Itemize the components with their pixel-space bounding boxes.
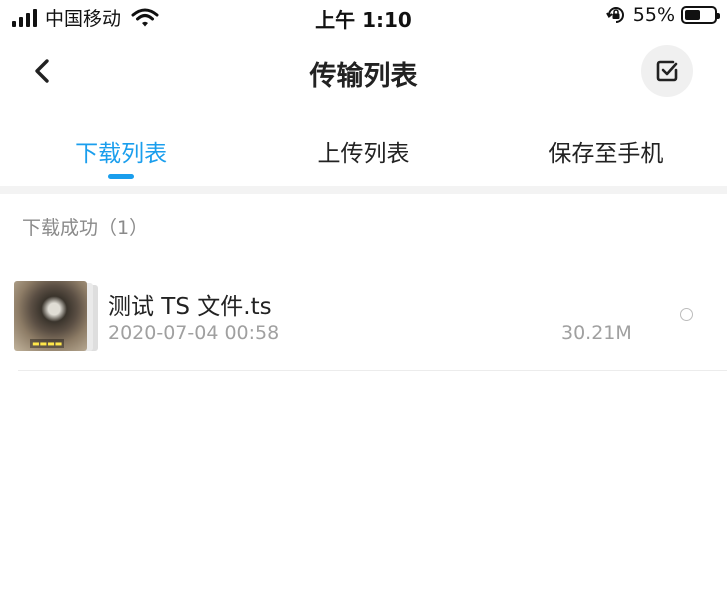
tab-upload-list[interactable]: 上传列表	[242, 122, 484, 184]
tab-label: 上传列表	[317, 141, 410, 167]
tab-active-indicator	[108, 174, 135, 179]
battery-tip	[717, 13, 720, 19]
thumbnail-image: ▬▬▬▬	[14, 281, 87, 351]
checkbox-icon	[656, 60, 678, 82]
back-button[interactable]	[26, 52, 60, 90]
section-divider	[0, 186, 727, 194]
file-date: 2020-07-04 00:58	[108, 322, 280, 344]
file-size: 30.21M	[561, 322, 632, 344]
nav-bar: 传输列表	[0, 38, 727, 104]
battery-percent: 55%	[632, 4, 675, 26]
list-divider	[18, 370, 727, 371]
section-header: 下载成功（1）	[22, 217, 149, 239]
tab-label: 保存至手机	[548, 141, 664, 167]
status-left: 中国移动	[12, 4, 159, 31]
wifi-icon	[131, 8, 159, 26]
battery-fill	[685, 10, 701, 20]
tab-download-list[interactable]: 下载列表	[0, 122, 242, 184]
tab-label: 下载列表	[75, 141, 168, 167]
status-right: 55%	[605, 4, 720, 26]
status-bar: 中国移动 上午 1:10 55%	[0, 0, 727, 34]
orientation-lock-icon	[605, 7, 624, 23]
signal-icon	[12, 8, 37, 27]
video-thumbnail-icon: ▬▬▬▬	[14, 281, 102, 353]
battery-icon	[681, 6, 720, 24]
thumbnail-caption: ▬▬▬▬	[30, 339, 65, 348]
page-title: 传输列表	[309, 61, 418, 92]
tab-bar: 下载列表 上传列表 保存至手机	[0, 122, 727, 184]
select-button[interactable]	[641, 45, 693, 97]
tab-save-to-phone[interactable]: 保存至手机	[485, 122, 727, 184]
carrier-label: 中国移动	[45, 8, 122, 30]
list-item[interactable]: ▬▬▬▬ 测试 TS 文件.ts 2020-07-04 00:58 30.21M	[0, 270, 727, 370]
chevron-left-icon	[35, 59, 49, 83]
file-name: 测试 TS 文件.ts	[108, 294, 272, 320]
select-radio[interactable]	[680, 308, 693, 321]
